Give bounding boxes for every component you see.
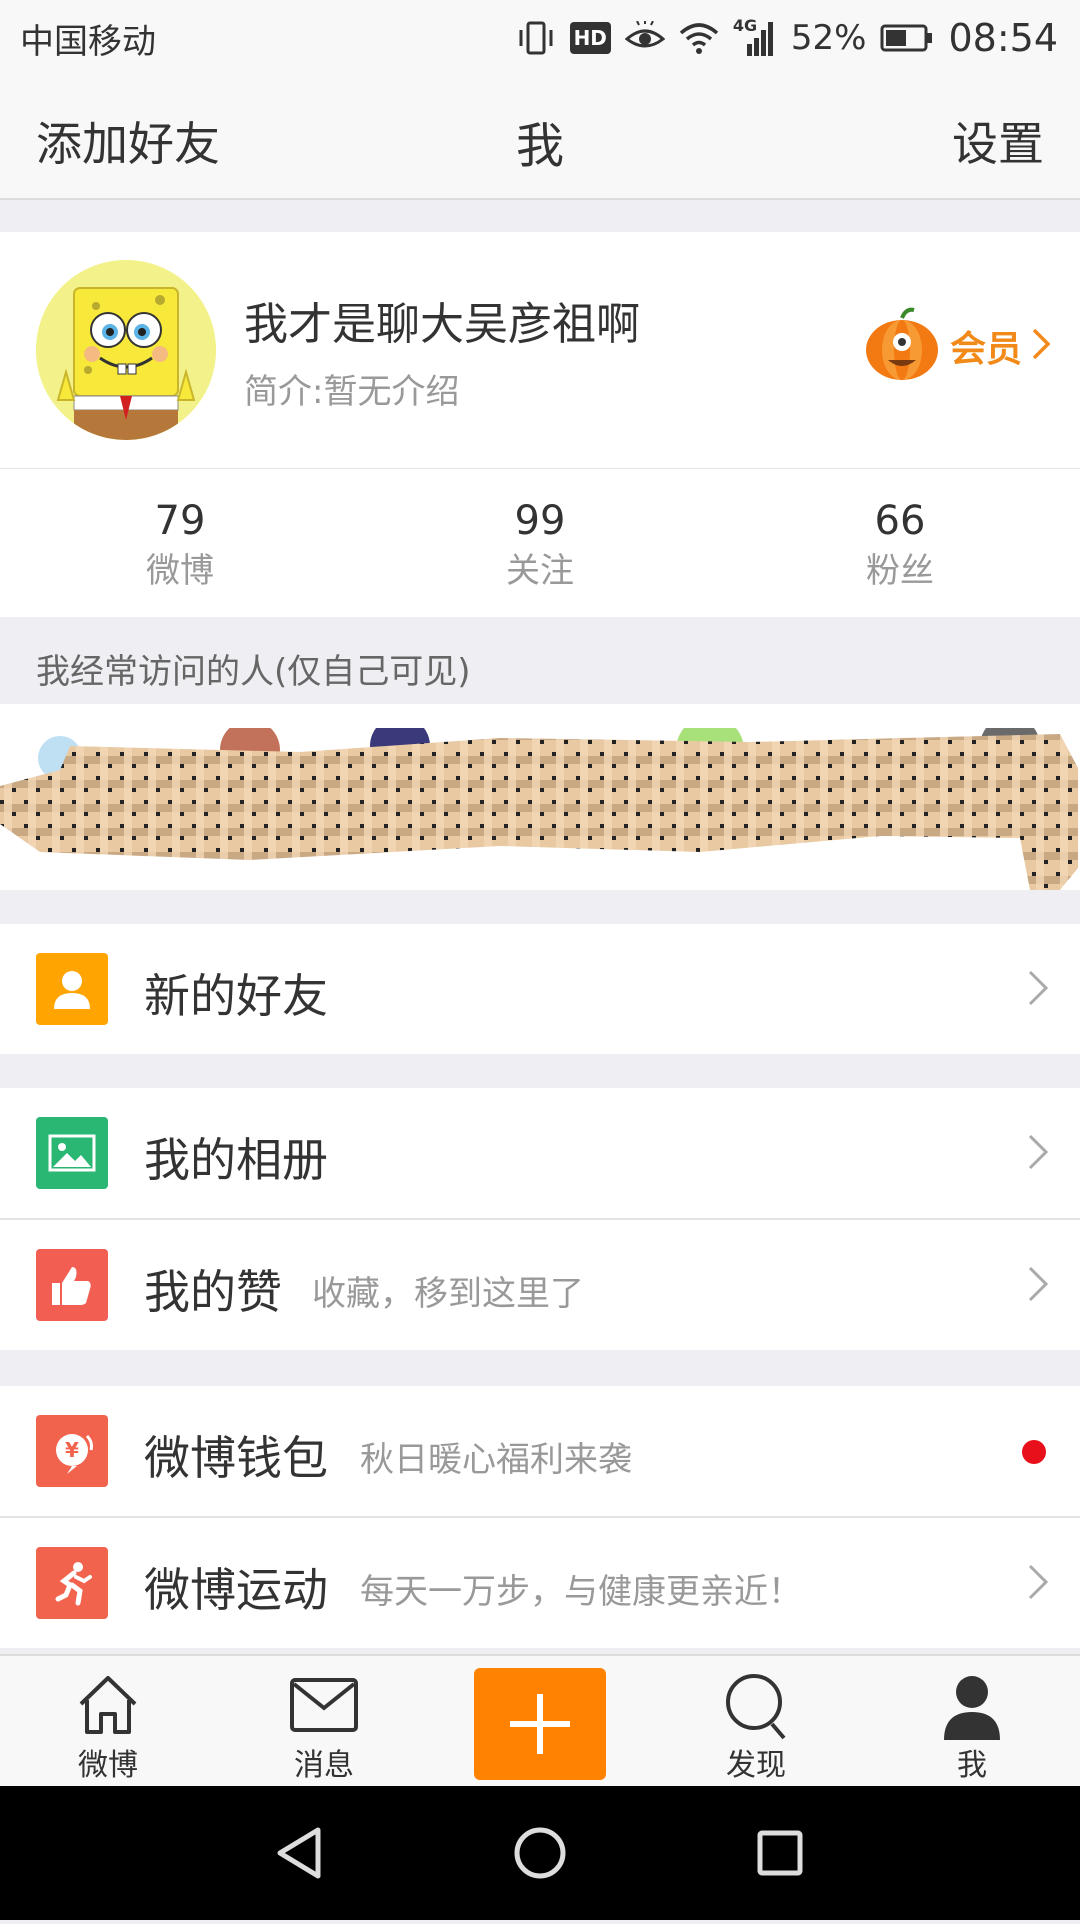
row-title: 新的好友	[144, 969, 328, 1023]
stat-following[interactable]: 99 关注	[360, 469, 720, 617]
wallet-icon: ¥	[36, 1415, 108, 1487]
chevron-right-icon	[1026, 1264, 1050, 1308]
stat-value: 66	[874, 498, 926, 544]
tab-label: 消息	[294, 1748, 354, 1783]
pumpkin-icon	[862, 306, 942, 386]
row-subtitle: 每天一万步，与健康更亲近！	[360, 1572, 802, 1612]
stat-value: 99	[514, 498, 566, 544]
tab-label: 发现	[726, 1748, 786, 1783]
row-new-friends[interactable]: 新的好友	[0, 924, 1080, 1054]
row-sport[interactable]: 微博运动 每天一万步，与健康更亲近！	[0, 1518, 1080, 1648]
row-title: 微博钱包	[144, 1431, 328, 1485]
vip-link[interactable]: 会员	[862, 306, 1052, 386]
tab-messages[interactable]: 消息	[244, 1656, 404, 1786]
vip-label: 会员	[949, 329, 1022, 370]
stat-value: 79	[154, 498, 206, 544]
settings-button[interactable]: 设置	[952, 108, 1044, 174]
tab-discover[interactable]: 发现	[676, 1656, 836, 1786]
stat-label: 关注	[506, 551, 574, 591]
eye-icon	[624, 21, 665, 55]
row-title: 我的相册	[144, 1133, 328, 1187]
thumbs-up-icon	[36, 1249, 108, 1321]
runner-icon	[36, 1547, 108, 1619]
tab-home[interactable]: 微博	[28, 1656, 188, 1786]
nav-bar: 添加好友 我 设置	[0, 76, 1080, 200]
system-nav-bar	[0, 1786, 1080, 1920]
stat-label: 微博	[146, 551, 214, 591]
home-circle-icon	[514, 1827, 566, 1879]
plus-icon	[510, 1694, 570, 1754]
compose-button[interactable]	[474, 1668, 606, 1780]
wifi-icon	[679, 21, 719, 55]
chevron-right-icon	[1026, 1132, 1050, 1176]
stats-row: 79 微博 99 关注 66 粉丝	[0, 469, 1080, 617]
carrier-label: 中国移动	[20, 21, 156, 62]
battery-icon	[880, 23, 934, 53]
row-wallet[interactable]: ¥ 微博钱包 秋日暖心福利来袭	[0, 1386, 1080, 1516]
row-title: 我的赞	[144, 1265, 282, 1319]
clock: 08:54	[948, 16, 1058, 60]
user-name: 我才是聊大吴彦祖啊	[244, 299, 640, 350]
back-button[interactable]	[240, 1786, 360, 1920]
row-subtitle: 收藏，移到这里了	[312, 1274, 584, 1314]
row-title: 微博运动	[144, 1563, 328, 1617]
row-album[interactable]: 我的相册	[0, 1088, 1080, 1218]
chevron-right-icon	[1030, 326, 1052, 366]
mail-icon	[290, 1678, 358, 1732]
home-icon	[79, 1676, 137, 1734]
chevron-right-icon	[1026, 1562, 1050, 1606]
frequent-visits-strip[interactable]	[0, 704, 1080, 890]
back-icon	[277, 1827, 321, 1879]
person-icon	[36, 953, 108, 1025]
status-icons: HD 4G 52% 08:54	[516, 16, 1058, 60]
svg-text:¥: ¥	[65, 1438, 79, 1462]
image-icon	[36, 1117, 108, 1189]
chevron-right-icon	[1026, 968, 1050, 1012]
row-subtitle: 秋日暖心福利来袭	[360, 1440, 632, 1480]
signal-icon: 4G	[733, 16, 777, 58]
stat-label: 粉丝	[866, 551, 934, 591]
tab-label: 微博	[78, 1748, 138, 1783]
user-icon	[944, 1676, 1000, 1740]
frequent-visits-label: 我经常访问的人(仅自己可见)	[36, 652, 471, 692]
recents-icon	[757, 1830, 803, 1876]
battery-percent: 52%	[790, 18, 867, 58]
home-button[interactable]	[480, 1786, 600, 1920]
status-bar: 中国移动 HD 4G 52% 08:54	[0, 0, 1080, 76]
vibrate-icon	[516, 18, 556, 58]
add-friend-button[interactable]: 添加好友	[36, 108, 220, 174]
row-likes[interactable]: 我的赞 收藏，移到这里了	[0, 1220, 1080, 1350]
tab-label: 我	[957, 1748, 987, 1783]
avatar[interactable]	[36, 260, 216, 440]
frequent-visits-header: 我经常访问的人(仅自己可见)	[0, 618, 1080, 704]
hd-icon: HD	[569, 22, 611, 54]
search-icon	[726, 1674, 786, 1740]
stat-followers[interactable]: 66 粉丝	[720, 469, 1080, 617]
tab-bar: 微博 消息 发现 我	[0, 1654, 1080, 1786]
recents-button[interactable]	[720, 1786, 840, 1920]
user-bio: 简介:暂无介绍	[244, 372, 460, 412]
tab-me[interactable]: 我	[892, 1656, 1052, 1786]
stat-weibo[interactable]: 79 微博	[0, 469, 360, 617]
profile-card[interactable]: 我才是聊大吴彦祖啊 简介:暂无介绍 会员	[0, 232, 1080, 469]
notification-dot	[1022, 1440, 1046, 1464]
redaction-scribble	[0, 728, 1078, 890]
